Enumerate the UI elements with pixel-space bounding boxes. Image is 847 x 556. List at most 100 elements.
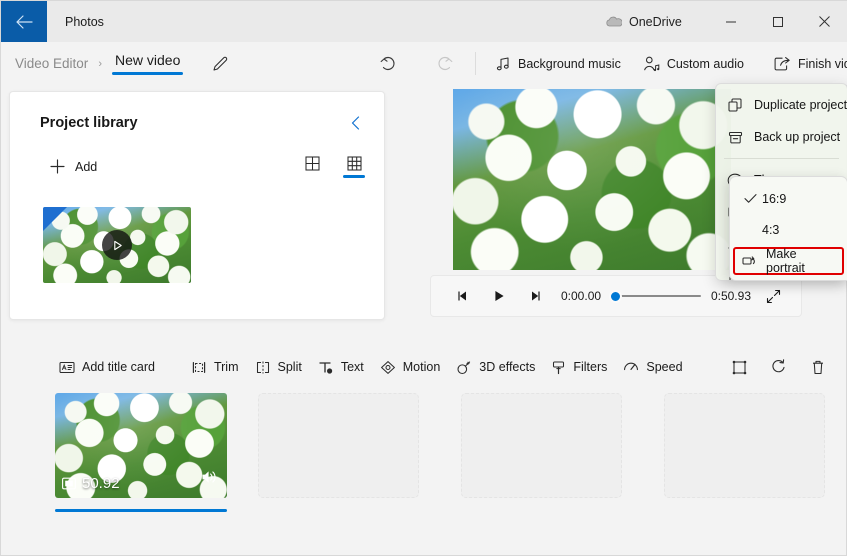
storyboard-empty-slot[interactable] xyxy=(461,393,622,498)
edit-toolbar: Add title card Trim Split Text Motion 3D… xyxy=(1,348,847,386)
library-clip-thumbnail[interactable] xyxy=(43,207,191,283)
minimize-icon xyxy=(725,21,736,22)
library-header: Project library xyxy=(10,92,384,134)
speed-button[interactable]: Speed xyxy=(615,355,690,380)
trim-label: Trim xyxy=(213,360,239,374)
rename-project-button[interactable] xyxy=(207,51,233,77)
storyboard-clip[interactable]: 50.92 xyxy=(55,393,227,498)
onedrive-label: OneDrive xyxy=(629,14,682,29)
empty-slot-indicator xyxy=(461,509,633,512)
undo-button[interactable] xyxy=(373,49,403,79)
play-button[interactable] xyxy=(481,281,517,311)
command-bar: Video Editor › New video Background musi… xyxy=(1,42,847,85)
custom-audio-button[interactable]: Custom audio xyxy=(634,51,753,77)
delete-icon xyxy=(812,360,823,374)
add-media-button[interactable]: Add xyxy=(44,156,103,177)
view-large-grid-button[interactable] xyxy=(300,154,324,180)
title-bar: Photos OneDrive xyxy=(1,1,847,42)
backup-icon xyxy=(726,130,744,145)
menu-item-duplicate-project[interactable]: Duplicate project xyxy=(716,89,847,121)
crop-button[interactable] xyxy=(731,352,748,382)
library-title: Project library xyxy=(40,115,138,131)
text-button[interactable]: Text xyxy=(310,355,372,380)
filters-icon xyxy=(553,360,565,374)
command-separator-1 xyxy=(475,52,476,75)
previous-frame-icon xyxy=(458,291,466,301)
scrubber[interactable] xyxy=(609,286,701,306)
split-label: Split xyxy=(277,360,302,374)
previous-frame-button[interactable] xyxy=(445,281,481,311)
window-controls xyxy=(707,1,847,42)
close-button[interactable] xyxy=(801,1,847,42)
fullscreen-button[interactable] xyxy=(759,282,787,310)
motion-label: Motion xyxy=(402,360,441,374)
redo-icon xyxy=(437,56,452,70)
back-button[interactable] xyxy=(1,1,47,42)
clip-audio-toggle[interactable] xyxy=(201,469,218,490)
project-library-panel: Project library Add xyxy=(9,91,385,320)
submenu-item-4-3[interactable]: 4:3 xyxy=(730,214,847,245)
video-preview[interactable] xyxy=(453,89,731,270)
speed-label: Speed xyxy=(646,360,683,374)
checkmark-icon xyxy=(738,193,762,204)
custom-audio-label: Custom audio xyxy=(666,56,744,71)
scrubber-track[interactable] xyxy=(616,294,701,298)
finish-video-button[interactable]: Finish video xyxy=(765,51,847,77)
grid-large-icon xyxy=(304,156,320,171)
3d-effects-button[interactable]: 3D effects xyxy=(448,355,543,380)
breadcrumb-video-editor[interactable]: Video Editor xyxy=(15,56,88,71)
scrubber-handle[interactable] xyxy=(609,289,623,303)
clip-duration-label: 50.92 xyxy=(82,475,120,492)
rotate-button[interactable] xyxy=(770,352,788,382)
delete-button[interactable] xyxy=(810,352,826,382)
storyboard-empty-slot-wrapper xyxy=(461,393,633,512)
empty-slot-indicator xyxy=(258,509,430,512)
play-icon xyxy=(495,291,504,301)
breadcrumb-new-video[interactable]: New video xyxy=(111,52,184,75)
minimize-button[interactable] xyxy=(707,1,754,42)
view-large-indicator xyxy=(301,175,323,178)
menu-label-back-up-project: Back up project xyxy=(754,130,841,144)
clip-duration: 50.92 xyxy=(62,475,120,492)
submenu-item-16-9[interactable]: 16:9 xyxy=(730,183,847,214)
onedrive-status[interactable]: OneDrive xyxy=(605,1,682,42)
fullscreen-icon xyxy=(766,289,780,303)
export-icon xyxy=(774,56,790,70)
next-frame-button[interactable] xyxy=(517,281,553,311)
next-frame-icon xyxy=(532,291,540,301)
3d-effects-icon xyxy=(457,360,471,374)
collapse-library-button[interactable] xyxy=(346,112,366,134)
trim-button[interactable]: Trim xyxy=(183,355,247,380)
aspect-ratio-submenu: 16:9 4:3 Make portrait xyxy=(729,176,847,281)
view-small-grid-button[interactable] xyxy=(342,154,366,180)
storyboard-empty-slot[interactable] xyxy=(664,393,825,498)
motion-icon xyxy=(380,360,395,374)
photos-video-editor-window: Photos OneDrive Video Editor › New video… xyxy=(0,0,847,556)
library-view-toggles xyxy=(300,154,366,180)
grid-small-icon xyxy=(346,156,362,171)
motion-button[interactable]: Motion xyxy=(372,355,449,380)
menu-item-back-up-project[interactable]: Back up project xyxy=(716,121,847,153)
make-portrait-icon xyxy=(740,254,760,268)
music-note-icon xyxy=(496,56,509,70)
cloud-icon xyxy=(606,16,622,27)
maximize-button[interactable] xyxy=(754,1,801,42)
add-title-card-button[interactable]: Add title card xyxy=(51,355,163,380)
redo-button[interactable] xyxy=(429,49,459,79)
back-arrow-icon xyxy=(15,14,33,29)
background-music-button[interactable]: Background music xyxy=(486,51,630,77)
crop-icon xyxy=(732,360,746,374)
finish-video-label: Finish video xyxy=(797,56,847,71)
undo-redo-group xyxy=(373,42,459,85)
storyboard-empty-slot[interactable] xyxy=(258,393,419,498)
duplicate-icon xyxy=(726,97,744,113)
filters-button[interactable]: Filters xyxy=(543,355,615,380)
breadcrumb-current-label: New video xyxy=(114,52,181,69)
chevron-left-icon xyxy=(351,116,360,130)
thumbnail-play-button[interactable] xyxy=(102,230,132,260)
split-button[interactable]: Split xyxy=(247,355,310,380)
submenu-item-make-portrait[interactable]: Make portrait xyxy=(733,247,844,275)
text-label: Text xyxy=(340,360,364,374)
add-title-card-label: Add title card xyxy=(82,360,155,374)
rotate-icon xyxy=(772,359,785,373)
